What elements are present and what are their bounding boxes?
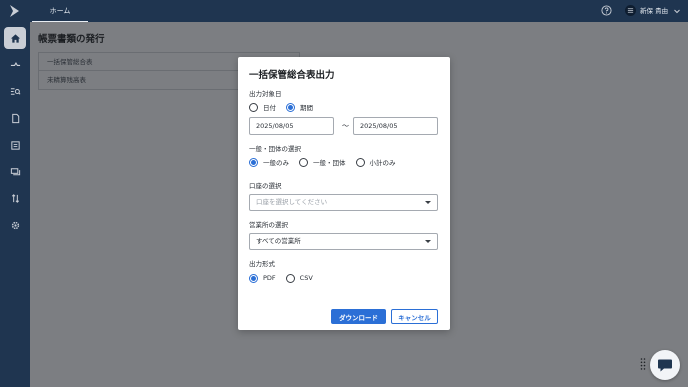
branch-select-value: すべての営業所: [256, 237, 301, 245]
date-from-field[interactable]: 2025/08/05: [249, 117, 334, 135]
cancel-button[interactable]: キャンセル: [391, 309, 438, 324]
radio-general-group[interactable]: [299, 157, 308, 167]
output-date-radio-group: 日付 期間: [249, 101, 323, 113]
document-icon: [11, 113, 19, 123]
caret-down-icon: [425, 240, 431, 243]
gear-icon: [11, 221, 19, 229]
date-to-field[interactable]: 2025/08/05: [353, 117, 438, 135]
account-select[interactable]: 口座を選択してください: [249, 194, 438, 211]
account-select-placeholder: 口座を選択してください: [256, 198, 328, 206]
chat-bubble-icon: [658, 359, 672, 371]
export-dialog: 一括保管総合表出力 出力対象日 日付 期間 2025/08/05 ～ 2025/…: [238, 57, 450, 330]
tab-home[interactable]: ホーム: [32, 0, 88, 22]
general-group-label: 一般・団体の選択: [249, 145, 301, 153]
output-format-radio-group: PDF CSV: [249, 272, 323, 284]
output-date-label: 出力対象日: [249, 90, 282, 98]
output-format-label: 出力形式: [249, 260, 275, 268]
sidebar: [0, 0, 30, 387]
chevron-down-icon[interactable]: [673, 7, 681, 15]
date-range-separator: ～: [342, 122, 349, 130]
branch-select[interactable]: すべての営業所: [249, 233, 438, 250]
general-group-radio-group: 一般のみ 一般・団体 小計のみ: [249, 156, 406, 168]
transfer-icon: [10, 61, 20, 66]
radio-date-label: 日付: [263, 104, 276, 112]
sidebar-item-settings[interactable]: [4, 214, 26, 236]
sidebar-item-home[interactable]: [4, 27, 26, 49]
app-logo-icon[interactable]: [9, 4, 21, 18]
ledger-icon: [10, 140, 20, 150]
page-title: 帳票書類の発行: [38, 34, 105, 45]
dialog-title: 一括保管総合表出力: [249, 70, 335, 81]
radio-period-label: 期間: [300, 104, 313, 112]
radio-subtotal-only[interactable]: [355, 157, 365, 167]
radio-csv[interactable]: [285, 273, 295, 283]
sort-icon: [11, 193, 19, 203]
radio-pdf[interactable]: [249, 273, 258, 283]
radio-subtotal-only-label: 小計のみ: [369, 159, 396, 167]
sidebar-item-transfer[interactable]: [4, 53, 26, 75]
avatar[interactable]: [625, 5, 636, 16]
sidebar-item-search-list[interactable]: [4, 80, 26, 102]
chat-button[interactable]: [650, 350, 680, 380]
radio-general-group-label: 一般・団体: [313, 159, 346, 167]
sidebar-item-cards[interactable]: [4, 160, 26, 182]
radio-period[interactable]: [286, 102, 295, 112]
radio-date[interactable]: [249, 102, 258, 112]
sidebar-item-documents[interactable]: [4, 107, 26, 129]
radio-general-only[interactable]: [249, 157, 258, 167]
branch-label: 営業所の選択: [249, 221, 288, 229]
cards-icon: [10, 167, 20, 175]
drag-handle-icon[interactable]: [640, 357, 646, 371]
help-icon[interactable]: [601, 5, 612, 16]
list-search-icon: [10, 87, 20, 95]
user-name[interactable]: 新保 貴由: [640, 0, 668, 22]
caret-down-icon: [425, 201, 431, 204]
radio-pdf-label: PDF: [263, 274, 276, 282]
radio-csv-label: CSV: [299, 274, 313, 282]
top-bar: ホーム 新保 貴由: [30, 0, 688, 22]
home-icon: [10, 33, 20, 43]
account-label: 口座の選択: [249, 182, 282, 190]
radio-general-only-label: 一般のみ: [263, 159, 289, 167]
sidebar-item-ledger[interactable]: [4, 134, 26, 156]
sidebar-item-sort[interactable]: [4, 187, 26, 209]
download-button[interactable]: ダウンロード: [331, 309, 386, 324]
user-avatar-icon: [627, 8, 634, 13]
